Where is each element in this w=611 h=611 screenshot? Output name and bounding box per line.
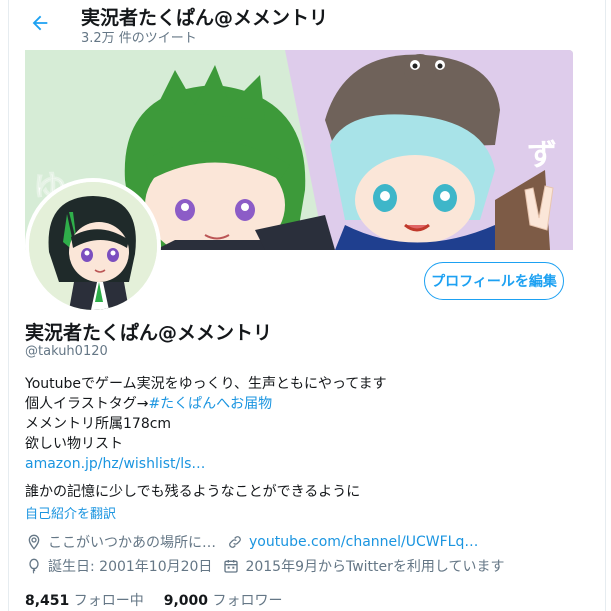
avatar[interactable] xyxy=(25,178,161,314)
edit-profile-button[interactable]: プロフィールを編集 xyxy=(424,262,564,300)
balloon-icon xyxy=(25,557,43,575)
header-title: 実況者たくぱん@メメントリ xyxy=(81,7,329,29)
arrow-left-icon xyxy=(32,15,48,31)
profile-meta-row-2: 誕生日: 2001年10月20日 2015年9月からTwitterを利用していま… xyxy=(25,556,514,576)
link-icon xyxy=(226,533,244,551)
bio-line-1: Youtubeでゲーム実況をゆっくり、生声ともにやってます xyxy=(25,376,387,392)
back-button[interactable] xyxy=(25,8,55,38)
website-link[interactable]: youtube.com/channel/UCWFLq… xyxy=(249,534,478,550)
hashtag-link[interactable]: #たくぱんへお届物 xyxy=(148,396,272,412)
bio-line-6: 誰かの記憶に少しでも残るようなことができるように xyxy=(25,484,361,500)
translate-bio-link[interactable]: 自己紹介を翻訳 xyxy=(25,503,116,522)
location-pin-icon xyxy=(25,533,43,551)
bio-line-2-prefix: 個人イラストタグ→ xyxy=(25,396,149,412)
followers-label: フォロワー xyxy=(212,593,283,609)
location-text: ここがいつかあの場所に… xyxy=(48,535,216,551)
calendar-icon xyxy=(222,557,240,575)
following-link[interactable]: 8,451 フォロー中 xyxy=(25,590,144,610)
profile-header-bar: 実況者たくぱん@メメントリ 3.2万 件のツイート xyxy=(9,0,605,46)
profile-meta-row-1: ここがいつかあの場所に… youtube.com/channel/UCWFLq… xyxy=(25,532,488,552)
profile-handle: @takuh0120 xyxy=(25,344,108,359)
following-label: フォロー中 xyxy=(73,593,144,609)
tweet-count: 3.2万 件のツイート xyxy=(81,31,197,46)
location-item: ここがいつかあの場所に… xyxy=(25,532,216,552)
profile-bio: Youtubeでゲーム実況をゆっくり、生声ともにやってます 個人イラストタグ→#… xyxy=(25,374,585,474)
followers-link[interactable]: 9,000 フォロワー xyxy=(164,590,283,610)
website-item: youtube.com/channel/UCWFLq… xyxy=(226,533,478,551)
profile-column: 実況者たくぱん@メメントリ 3.2万 件のツイート ず プロフィールを編集 実況… xyxy=(8,0,606,611)
birthday-text: 誕生日: 2001年10月20日 xyxy=(48,559,213,575)
bio-line-3: メメントリ所属178cm xyxy=(25,416,172,432)
joined-text: 2015年9月からTwitterを利用しています xyxy=(245,559,505,575)
birthday-item: 誕生日: 2001年10月20日 xyxy=(25,556,212,576)
joined-item: 2015年9月からTwitterを利用しています xyxy=(222,556,504,576)
wishlist-link[interactable]: amazon.jp/hz/wishlist/ls… xyxy=(25,454,585,474)
follow-stats: 8,451 フォロー中 9,000 フォロワー xyxy=(25,590,303,610)
bio-line-4: 欲しい物リスト xyxy=(25,436,123,452)
banner-text-right: ず xyxy=(527,138,557,173)
profile-name: 実況者たくぱん@メメントリ xyxy=(25,322,273,344)
following-count: 8,451 xyxy=(25,593,70,609)
avatar-image xyxy=(29,182,157,310)
followers-count: 9,000 xyxy=(163,593,209,609)
bio-line-2: 個人イラストタグ→#たくぱんへお届物 xyxy=(25,394,585,414)
